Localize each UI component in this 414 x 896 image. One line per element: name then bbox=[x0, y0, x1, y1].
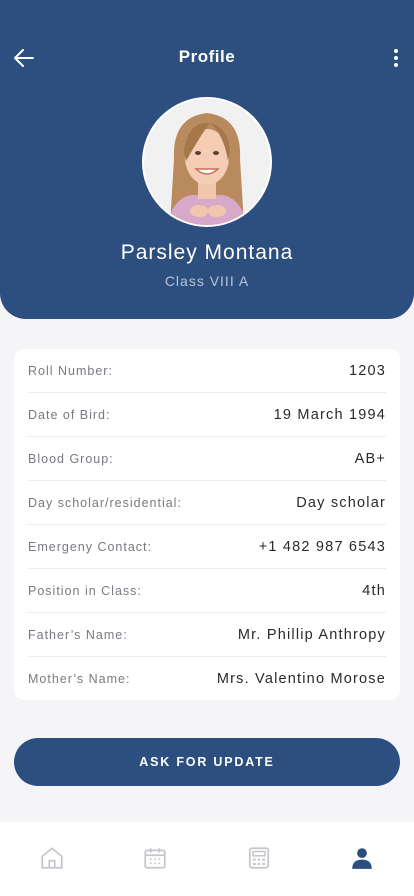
detail-value: 4th bbox=[362, 582, 386, 599]
detail-row-residency: Day scholar/residential: Day scholar bbox=[28, 481, 386, 525]
detail-value: Day scholar bbox=[296, 494, 386, 511]
detail-value: Mr. Phillip Anthropy bbox=[237, 626, 386, 643]
detail-row-father-name: Father’s Name: Mr. Phillip Anthropy bbox=[28, 613, 386, 657]
more-vertical-icon bbox=[394, 49, 398, 53]
detail-row-roll-number: Roll Number: 1203 bbox=[28, 349, 386, 393]
detail-value: Mrs. Valentino Morose bbox=[216, 671, 386, 687]
detail-label: Position in Class: bbox=[28, 583, 142, 598]
detail-value: 1203 bbox=[348, 362, 386, 379]
details-card: Roll Number: 1203 Date of Bird: 19 March… bbox=[14, 349, 400, 700]
detail-row-position: Position in Class: 4th bbox=[28, 569, 386, 613]
detail-row-blood-group: Blood Group: AB+ bbox=[28, 437, 386, 481]
nav-item-calculator[interactable] bbox=[207, 821, 311, 895]
detail-label: Father’s Name: bbox=[28, 627, 128, 642]
detail-label: Mother’s Name: bbox=[28, 672, 131, 686]
nav-item-profile[interactable] bbox=[311, 821, 414, 895]
detail-label: Blood Group: bbox=[28, 451, 114, 466]
page-title: Profile bbox=[178, 47, 236, 66]
calculator-icon bbox=[248, 847, 269, 869]
detail-label: Date of Bird: bbox=[28, 407, 111, 422]
user-icon bbox=[352, 848, 372, 869]
detail-label: Day scholar/residential: bbox=[28, 495, 182, 510]
detail-row-emergency-contact: Emergeny Contact: +1 482 987 6543 bbox=[28, 525, 386, 569]
calendar-icon bbox=[144, 848, 166, 869]
detail-label: Emergeny Contact: bbox=[28, 539, 152, 554]
student-name: Parsley Montana bbox=[120, 241, 294, 264]
nav-item-home[interactable] bbox=[0, 821, 104, 895]
avatar bbox=[142, 97, 272, 227]
profile-header: Profile Parsley Montana Class VIII A bbox=[0, 0, 414, 319]
more-options-button[interactable] bbox=[384, 42, 408, 74]
home-icon bbox=[41, 847, 63, 869]
profile-photo bbox=[144, 99, 270, 225]
detail-value: +1 482 987 6543 bbox=[258, 538, 386, 555]
detail-label: Roll Number: bbox=[28, 363, 113, 378]
ask-for-update-button[interactable]: ASK FOR UPDATE bbox=[14, 738, 400, 786]
detail-value: AB+ bbox=[354, 450, 386, 467]
bottom-nav bbox=[0, 822, 414, 896]
detail-value: 19 March 1994 bbox=[273, 406, 386, 423]
nav-item-calendar[interactable] bbox=[104, 821, 208, 895]
student-class: Class VIII A bbox=[164, 273, 250, 289]
detail-row-mother-name: Mother’s Name: Mrs. Valentino Morose bbox=[28, 657, 386, 701]
detail-row-date-of-birth: Date of Bird: 19 March 1994 bbox=[28, 393, 386, 437]
